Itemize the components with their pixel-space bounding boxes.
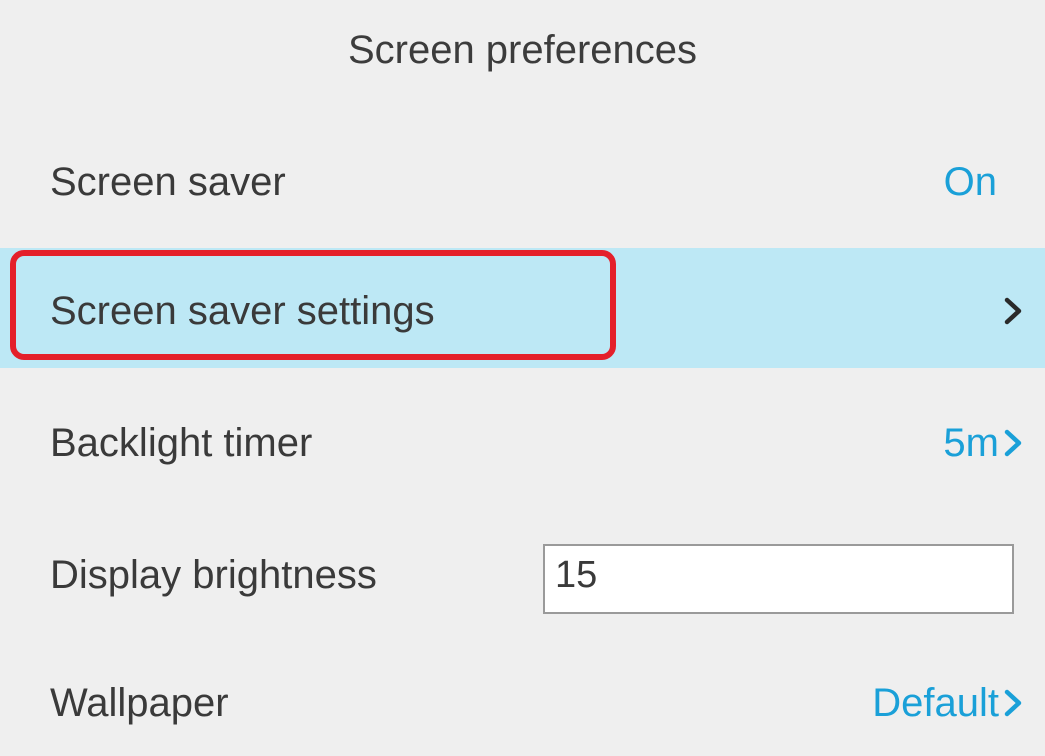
wallpaper-value: Default [872, 681, 999, 725]
backlight-timer-value-wrap[interactable]: 5m [943, 418, 1025, 468]
display-brightness-row: Display brightness 15 [0, 510, 1045, 630]
chevron-right-icon [1001, 296, 1025, 326]
wallpaper-label: Wallpaper [50, 681, 229, 725]
wallpaper-row[interactable]: Wallpaper Default [0, 640, 1045, 756]
screen-preferences-screen: Screen preferences Screen saver On Scree… [0, 0, 1045, 756]
screen-saver-settings-row[interactable]: Screen saver settings [0, 248, 1045, 368]
screen-saver-value[interactable]: On [944, 157, 997, 207]
wallpaper-value-wrap[interactable]: Default [872, 678, 1025, 728]
chevron-right-icon [1001, 688, 1025, 718]
page-title: Screen preferences [347, 28, 698, 72]
display-brightness-label: Display brightness [50, 553, 377, 597]
backlight-timer-row[interactable]: Backlight timer 5m [0, 378, 1045, 498]
screen-saver-settings-label: Screen saver settings [50, 289, 435, 333]
backlight-timer-label: Backlight timer [50, 421, 313, 465]
screen-saver-label: Screen saver [50, 160, 286, 204]
backlight-timer-value: 5m [943, 421, 999, 465]
display-brightness-input[interactable]: 15 [543, 544, 1014, 614]
screen-saver-row[interactable]: Screen saver On [0, 120, 1045, 240]
screen-saver-settings-chevron[interactable] [999, 296, 1025, 326]
chevron-right-icon [1001, 428, 1025, 458]
